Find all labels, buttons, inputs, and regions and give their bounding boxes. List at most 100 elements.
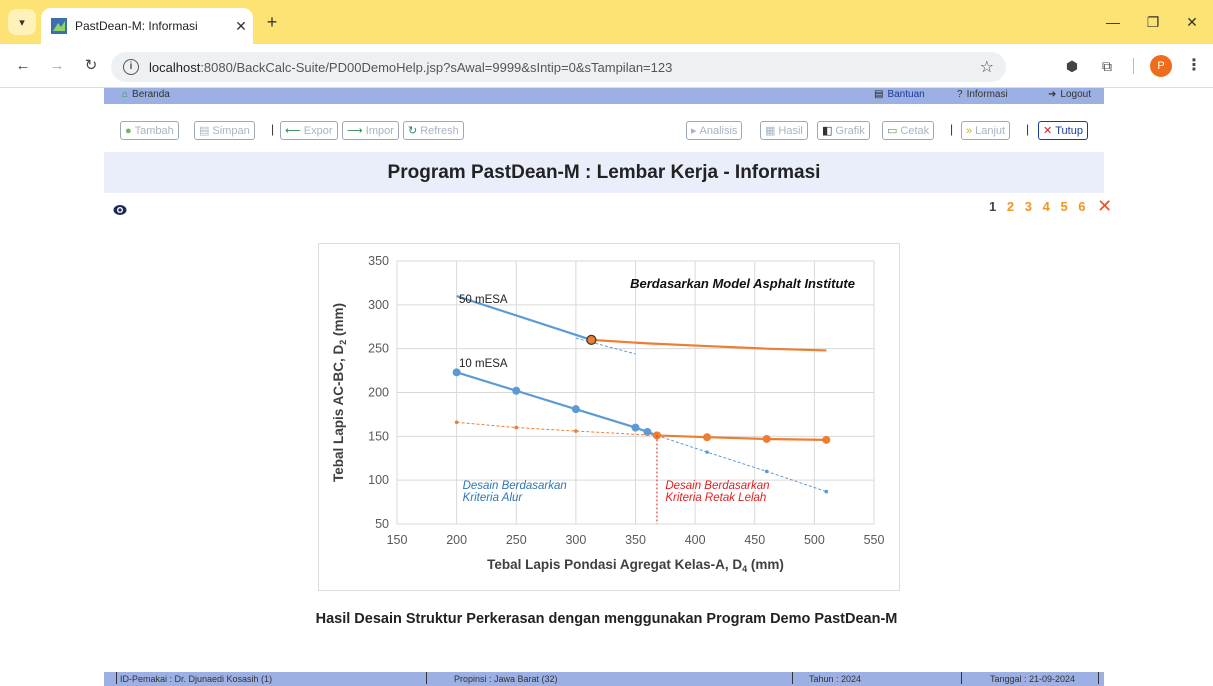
footer-separator [1098, 672, 1099, 684]
pager-close-icon[interactable]: ✕ [1097, 196, 1112, 216]
extensions-puzzle-icon[interactable]: ⧉ [1097, 56, 1117, 76]
impor-label: Impor [365, 124, 394, 137]
close-window-button[interactable]: ✕ [1172, 10, 1212, 34]
browser-toolbar: ← → ↻ i localhost :8080/BackCalc-Suite/P… [0, 44, 1213, 88]
toolbar-separator: | [271, 122, 275, 136]
data-point [571, 405, 580, 414]
pager-page-5[interactable]: 5 [1060, 199, 1067, 214]
pager: 1 2 3 4 5 6 ✕ [989, 195, 1119, 216]
x-axis-label: Tebal Lapis Pondasi Agregat Kelas-A, D4 … [487, 557, 784, 574]
minimize-button[interactable]: — [1093, 10, 1133, 34]
pager-page-4[interactable]: 4 [1043, 199, 1050, 214]
expor-button[interactable]: ⟵ Expor [280, 121, 338, 140]
arrow-right-icon: ⟶ [347, 125, 363, 137]
add-icon: ● [125, 124, 132, 137]
simpan-label: Simpan [212, 124, 250, 137]
help-link[interactable]: ▤ Bantuan [874, 89, 925, 100]
x-tick-label: 200 [446, 533, 467, 547]
refresh-button[interactable]: ↻ Refresh [403, 121, 464, 140]
pager-current: 1 [989, 199, 997, 214]
tab-search-button[interactable]: ▾ [8, 9, 36, 35]
cetak-label: Cetak [900, 124, 930, 137]
chart-annotation: 50 mESA [459, 294, 508, 306]
y-tick-label: 350 [368, 254, 389, 268]
info-label: Informasi [966, 89, 1008, 100]
hasil-button[interactable]: ▦ Hasil [760, 121, 808, 140]
forward-icon[interactable]: → [46, 55, 68, 77]
x-tick-label: 300 [565, 533, 586, 547]
reload-icon[interactable]: ↻ [80, 55, 102, 77]
data-point [824, 489, 829, 494]
address-bar[interactable]: i localhost :8080/BackCalc-Suite/PD00Dem… [111, 52, 1006, 82]
design-chart: 150 200 250 300 350 400 450 500 550 50 100 150 200 25… [318, 243, 900, 591]
y-tick-label: 200 [368, 386, 389, 400]
footer-year: Tahun : 2024 [809, 674, 862, 684]
tab-close-icon[interactable]: ✕ [229, 18, 253, 35]
back-icon[interactable]: ← [12, 55, 34, 77]
chart-annotation: Desain Berdasarkan [665, 480, 769, 492]
browser-menu-icon[interactable]: ⋮ [1186, 55, 1202, 75]
logout-icon: ➜ [1048, 89, 1057, 100]
footer-date: Tanggal : 21-09-2024 [990, 674, 1076, 684]
arrow-left-icon: ⟵ [285, 125, 301, 137]
refresh-label: Refresh [420, 124, 459, 137]
restore-button[interactable]: ❐ [1133, 10, 1173, 34]
help-label: Bantuan [887, 89, 925, 100]
pager-page-3[interactable]: 3 [1025, 199, 1032, 214]
toolbar-divider [1133, 58, 1134, 74]
y-tick-label: 250 [368, 342, 389, 356]
cetak-button[interactable]: ▭ Cetak [882, 121, 935, 140]
data-point [454, 420, 459, 425]
logout-link[interactable]: ➜ Logout [1048, 89, 1091, 100]
play-icon: ▸ [691, 125, 697, 137]
chart-annotation: Kriteria Alur [463, 492, 524, 504]
toolbar-separator: | [1026, 122, 1030, 136]
page-title-band: Program PastDean-M : Lembar Kerja - Info… [104, 152, 1104, 193]
data-point [703, 433, 712, 442]
new-tab-button[interactable]: + [262, 12, 282, 32]
y-tick-label: 300 [368, 298, 389, 312]
x-tick-label: 350 [625, 533, 646, 547]
x-tick-label: 450 [744, 533, 765, 547]
url-host: localhost [149, 59, 201, 75]
eye-icon[interactable] [113, 203, 127, 217]
site-info-icon[interactable]: i [123, 59, 139, 75]
data-point [764, 469, 769, 474]
tutup-label: Tutup [1055, 124, 1083, 137]
x-tick-label: 400 [685, 533, 706, 547]
profile-avatar[interactable]: P [1150, 55, 1172, 77]
url-path: :8080/BackCalc-Suite/PD00DemoHelp.jsp?sA… [200, 59, 673, 75]
tambah-button[interactable]: ● Tambah [120, 121, 179, 140]
home-link[interactable]: ⌂ Beranda [122, 89, 170, 100]
data-point [514, 425, 519, 430]
lanjut-label: Lanjut [975, 124, 1006, 137]
browser-tab-active[interactable]: PastDean-M: Informasi ✕ [41, 8, 253, 44]
print-icon: ▭ [887, 125, 898, 137]
help-book-icon: ▤ [874, 89, 884, 100]
pager-page-6[interactable]: 6 [1078, 199, 1085, 214]
analisis-button[interactable]: ▸ Analisis [686, 121, 743, 140]
footer-separator [116, 672, 117, 684]
simpan-button[interactable]: ▤ Simpan [194, 121, 255, 140]
grafik-button[interactable]: ◧ Grafik [817, 121, 870, 140]
impor-button[interactable]: ⟶ Impor [342, 121, 399, 140]
extension-cube-icon[interactable]: ⬢ [1062, 56, 1082, 76]
data-point [631, 423, 640, 432]
tab-title: PastDean-M: Informasi [75, 19, 198, 33]
chart-annotation: 10 mESA [459, 358, 508, 370]
results-icon: ▦ [765, 125, 776, 137]
x-tick-label: 150 [387, 533, 408, 547]
lanjut-button[interactable]: » Lanjut [961, 121, 1011, 140]
bookmark-star-icon[interactable]: ☆ [980, 57, 994, 77]
browser-tab-bar: ▾ PastDean-M: Informasi ✕ + — ❐ ✕ [0, 0, 1213, 44]
footer-user: ID-Pemakai : Dr. Djunaedi Kosasih (1) [120, 674, 273, 684]
y-tick-label: 50 [375, 517, 389, 531]
data-point [705, 450, 709, 454]
pager-page-2[interactable]: 2 [1007, 199, 1014, 214]
x-tick-label: 250 [506, 533, 527, 547]
home-icon: ⌂ [122, 89, 129, 100]
tutup-button[interactable]: ✕ Tutup [1038, 121, 1088, 140]
info-link[interactable]: ? Informasi [957, 89, 1008, 100]
app-top-nav: ⌂ Beranda ▤ Bantuan ? Informasi ➜ Logout [104, 88, 1104, 104]
toolbar-separator: | [950, 122, 954, 136]
